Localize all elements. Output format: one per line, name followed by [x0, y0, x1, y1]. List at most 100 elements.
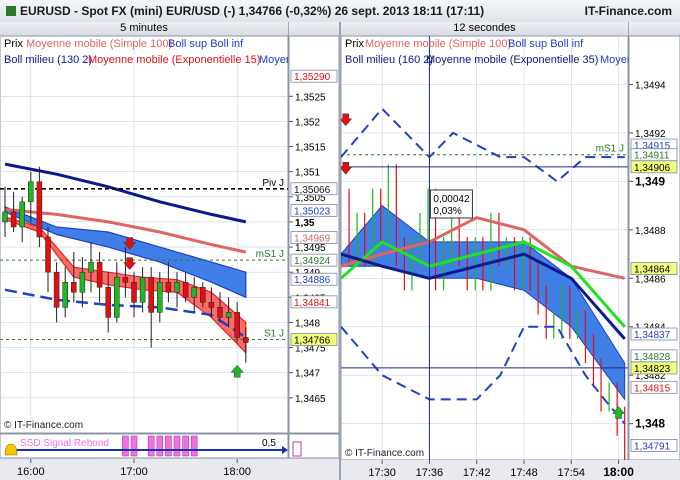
- indicator-pulse-bar: [122, 435, 129, 457]
- left-candle-body: [88, 261, 94, 273]
- left-legend-ema15[interactable]: Moyenne mobile (Exponentielle 15): [88, 54, 260, 66]
- left-candle-body: [62, 281, 68, 308]
- indicator-label: SSD Signal Rebond: [20, 438, 109, 449]
- left-candle-body: [217, 307, 223, 318]
- left-candle-body: [157, 281, 163, 313]
- left-candle-body: [79, 271, 86, 293]
- left-candle-body: [243, 337, 249, 343]
- left-price-tag-3: 1,34969: [294, 234, 331, 245]
- left-y-tick-label: 1,347: [295, 369, 320, 380]
- left-legend-boll[interactable]: Boll sup Boll inf: [168, 38, 244, 50]
- left-candle-body: [19, 201, 25, 228]
- left-hline-label-0: Piv J: [262, 178, 284, 189]
- right-copyright: © IT-Finance.com: [345, 448, 424, 459]
- right-price-tag-7: 1,34815: [634, 383, 671, 394]
- right-y-tick-label: 1,3488: [635, 226, 666, 237]
- left-candle-body: [165, 281, 172, 293]
- right-hline-label-0: mS1 J: [596, 144, 624, 155]
- right-x-tick-label: 17:48: [510, 467, 538, 479]
- left-price-tag-0: 1,35290: [294, 72, 331, 83]
- right-y-tick-label: 1,349: [635, 174, 665, 188]
- indicator-pulse-bar: [165, 435, 172, 457]
- left-candle-body: [182, 281, 189, 298]
- right-x-tick-label: 17:30: [368, 467, 396, 479]
- indicator-pulse-bar: [156, 435, 164, 457]
- left-candle-body: [234, 312, 240, 338]
- left-candle-body: [96, 261, 103, 288]
- indicator-pulse-bar: [147, 435, 155, 457]
- left-legend-sma100[interactable]: Moyenne mobile (Simple 100): [26, 38, 172, 50]
- indicator-pulse-bar: [130, 435, 138, 457]
- left-candle-body: [71, 281, 77, 293]
- left-candle-body: [148, 276, 154, 313]
- left-candle-body: [36, 181, 43, 238]
- left-y-tick-label: 1,3495: [295, 243, 326, 254]
- left-hline-label-1: mS1 J: [256, 249, 284, 260]
- right-legend-boll[interactable]: Boll sup Boll inf: [508, 38, 584, 50]
- left-legend-price[interactable]: Prix: [4, 38, 23, 50]
- left-y-tick-label: 1,3515: [295, 143, 326, 154]
- right-legend-long-ma[interactable]: Moyen: [600, 54, 633, 66]
- left-legend-boll-mid[interactable]: Boll milieu (130 2): [4, 54, 92, 66]
- pane-splitter[interactable]: [339, 22, 341, 480]
- left-y-tick-label: 1,352: [295, 117, 320, 128]
- right-price-tag-1: 1,34911: [634, 151, 670, 162]
- left-y-tick-label: 1,35: [295, 218, 315, 229]
- right-legend-ema35[interactable]: Moyenne mobile (Exponentielle 35): [426, 54, 598, 66]
- right-legend-boll-mid[interactable]: Boll milieu (160 2): [345, 54, 433, 66]
- right-x-tick-label: 17:36: [416, 467, 444, 479]
- left-price-tag-6: 1,34841: [294, 298, 331, 309]
- right-y-tick-label: 1,3494: [635, 80, 666, 91]
- indicator-axis-marker: [292, 441, 302, 457]
- left-candle-body: [225, 312, 232, 318]
- left-candle-body: [174, 281, 180, 293]
- right-price-tag-5: 1,34828: [634, 352, 671, 363]
- left-price-tag-5: 1,34886: [294, 275, 331, 286]
- indicator-pulse-bar: [190, 435, 198, 457]
- indicator-pulse-bar: [182, 435, 189, 457]
- right-price-tag-3: 1,34864: [634, 265, 671, 276]
- left-candle-body: [28, 181, 34, 203]
- indicator-value: 0,5: [262, 438, 276, 449]
- left-time-axis: [0, 459, 339, 480]
- right-price-tag-8: 1,34791: [634, 441, 671, 452]
- left-copyright: © IT-Finance.com: [4, 420, 83, 431]
- cursor-tooltip-pct: 0,03%: [433, 206, 461, 217]
- right-price-tag-6: 1,34823: [634, 364, 671, 375]
- indicator-pulse-bar: [173, 435, 181, 457]
- right-x-tick-label: 17:54: [557, 467, 585, 479]
- left-x-tick-label: 17:00: [120, 466, 148, 478]
- left-candle-body: [53, 271, 60, 308]
- right-legend-sma100[interactable]: Moyenne mobile (Simple 100): [365, 38, 511, 50]
- left-candle-body: [2, 211, 8, 223]
- right-y-tick-label: 1,3486: [635, 274, 666, 285]
- right-price-axis[interactable]: [628, 35, 680, 461]
- cursor-tooltip-diff: 0,00042: [433, 194, 470, 205]
- right-price-tag-4: 1,34837: [634, 330, 671, 341]
- left-y-tick-label: 1,3525: [295, 92, 326, 103]
- left-candle-body: [45, 236, 51, 273]
- right-y-tick-label: 1,348: [635, 417, 665, 431]
- left-y-tick-label: 1,348: [295, 318, 320, 329]
- left-candle-body: [208, 302, 215, 308]
- left-candle-body: [191, 287, 197, 298]
- left-candle-body: [105, 287, 111, 318]
- right-legend-price[interactable]: Prix: [345, 38, 364, 50]
- chart-canvas[interactable]: Piv JmS1 JS1 JPrix Moyenne mobile (Simple…: [0, 0, 680, 480]
- left-hline-label-2: S1 J: [264, 329, 284, 340]
- right-x-tick-label: 18:00: [603, 465, 634, 479]
- left-y-tick-label: 1,351: [295, 168, 320, 179]
- left-x-tick-label: 16:00: [17, 466, 45, 478]
- left-candle-body: [131, 281, 137, 303]
- left-candle-body: [114, 276, 120, 318]
- left-candle-body: [139, 276, 146, 303]
- left-legend-long-ma[interactable]: Moyen: [259, 54, 292, 66]
- left-y-tick-label: 1,3465: [295, 394, 326, 405]
- left-x-tick-label: 18:00: [223, 466, 251, 478]
- left-price-tag-1: 1,35066: [294, 185, 331, 196]
- left-candle-body: [10, 211, 17, 228]
- right-price-tag-2: 1,34906: [634, 163, 671, 174]
- left-price-tag-4: 1,34924: [294, 256, 331, 267]
- left-price-tag-2: 1,35023: [294, 206, 331, 217]
- left-candle-body: [200, 287, 206, 303]
